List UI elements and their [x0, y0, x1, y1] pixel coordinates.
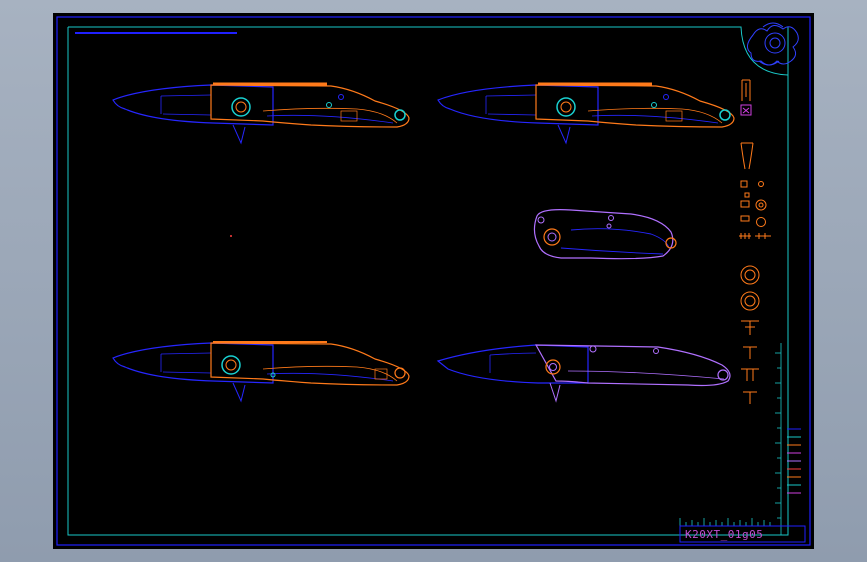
- drawing-sheet: K20XT_01g05: [53, 13, 814, 549]
- knife-view-top-right[interactable]: [437, 82, 735, 145]
- layer-swatches: [787, 428, 801, 494]
- blade: [436, 344, 589, 384]
- inner-frame: [67, 26, 789, 536]
- ornamental-crest-icon: [747, 22, 799, 66]
- handle: [534, 344, 731, 387]
- blade: [112, 342, 274, 384]
- blade: [437, 84, 599, 126]
- knife-view-closed[interactable]: [533, 209, 677, 260]
- origin-marker: [230, 235, 232, 237]
- knife-view-bottom-left[interactable]: [112, 341, 410, 403]
- bottom-scale: [679, 518, 773, 527]
- handle: [535, 84, 735, 128]
- blade: [112, 84, 274, 126]
- scale-ruler-icon: [775, 343, 782, 535]
- drawing-title: K20XT_01g05: [685, 528, 763, 541]
- knife-view-top-left[interactable]: [112, 82, 410, 145]
- knife-view-bottom-right[interactable]: [436, 344, 731, 403]
- handle: [210, 84, 410, 128]
- pivot: [231, 97, 251, 117]
- exploded-parts-icon[interactable]: [739, 79, 771, 404]
- cad-canvas[interactable]: K20XT_01g05: [53, 13, 814, 549]
